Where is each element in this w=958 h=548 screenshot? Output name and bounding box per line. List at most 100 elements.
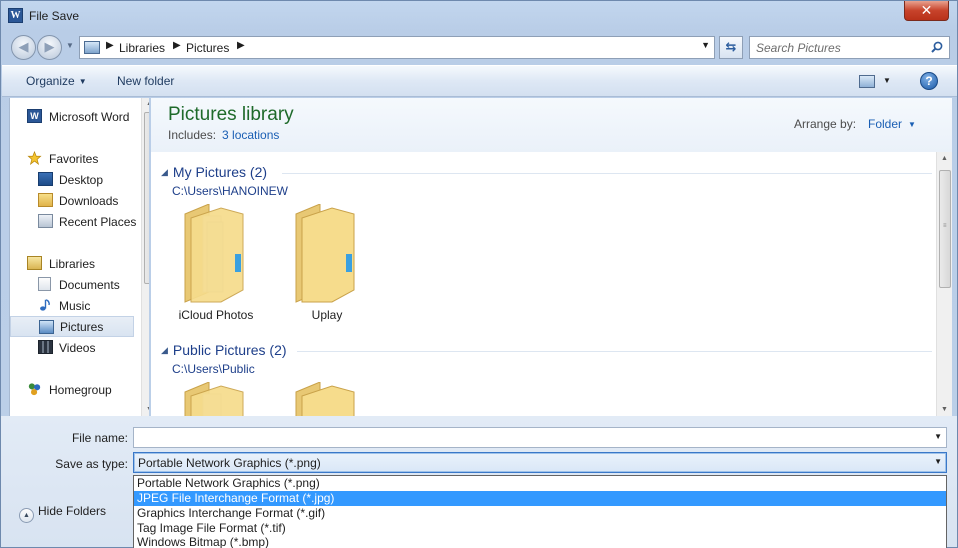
search-box[interactable] (749, 36, 950, 59)
nav-item-favorites[interactable]: Favorites (10, 148, 134, 169)
nav-item-libraries[interactable]: Libraries (10, 253, 134, 274)
breadcrumb-separator-icon[interactable]: ▶ (173, 40, 181, 51)
search-input[interactable] (756, 40, 926, 55)
word-app-icon: W (8, 8, 23, 23)
includes-locations-link[interactable]: 3 locations (222, 128, 279, 142)
refresh-button[interactable]: ⇆ (719, 36, 743, 59)
hide-folders-button[interactable]: ▲ Hide Folders (19, 504, 106, 523)
folder-item[interactable] (173, 382, 259, 416)
save-as-type-select[interactable]: Portable Network Graphics (*.png) ▼ (133, 452, 947, 473)
file-save-dialog: W File Save ✕ ◀ ▶ ▼ ▶ Libraries ▶ Pictur… (0, 0, 958, 548)
folder-with-photos-icon (184, 204, 244, 303)
address-bar[interactable]: ▶ Libraries ▶ Pictures ▶ ▼ (79, 36, 715, 59)
recent-locations-dropdown[interactable]: ▼ (66, 41, 74, 50)
group-path: C:\Users\Public (172, 362, 255, 376)
new-folder-button[interactable]: New folder (117, 74, 174, 88)
nav-item-desktop[interactable]: Desktop (10, 169, 134, 190)
address-history-dropdown[interactable]: ▼ (701, 40, 710, 50)
folder-item-icloud-photos[interactable]: iCloud Photos (173, 204, 259, 324)
nav-item-label: Downloads (59, 194, 119, 208)
title-bar[interactable]: W File Save ✕ (1, 1, 957, 31)
group-divider (282, 173, 932, 174)
collapse-group-icon[interactable]: ◢ (161, 345, 168, 355)
nav-item-homegroup[interactable]: Homegroup (10, 379, 134, 400)
videos-icon (38, 340, 53, 354)
word-icon: W (27, 109, 42, 123)
scrollbar-thumb[interactable] (144, 112, 149, 284)
arrange-by-label: Arrange by: (794, 117, 857, 131)
scroll-down-icon[interactable]: ▼ (146, 406, 149, 413)
nav-item-label: Videos (59, 341, 96, 355)
star-icon (27, 151, 42, 165)
collapse-group-icon[interactable]: ◢ (161, 167, 168, 177)
library-header: Pictures library Includes: 3 locations Ar… (151, 98, 952, 152)
refresh-icon: ⇆ (725, 39, 737, 54)
arrow-left-icon: ◀ (18, 39, 29, 54)
search-icon[interactable] (931, 41, 943, 53)
nav-item-label: Homegroup (49, 383, 112, 397)
libraries-icon (27, 256, 42, 270)
forward-button[interactable]: ▶ (37, 35, 62, 60)
chevron-up-icon: ▲ (19, 508, 34, 523)
view-options-dropdown[interactable]: ▼ (883, 76, 891, 85)
nav-item-pictures[interactable]: Pictures (10, 316, 134, 337)
change-view-icon[interactable] (859, 75, 875, 88)
file-name-label: File name: (71, 431, 128, 445)
scrollbar-thumb[interactable]: ≡ (939, 170, 951, 288)
library-includes: Includes: 3 locations (168, 128, 279, 142)
scroll-up-icon[interactable]: ▲ (941, 155, 948, 162)
folder-item-uplay[interactable]: Uplay (284, 204, 370, 324)
breadcrumb-libraries[interactable]: Libraries (119, 41, 165, 55)
navigation-row: ◀ ▶ ▼ ▶ Libraries ▶ Pictures ▶ ▼ ⇆ (1, 31, 957, 63)
nav-item-label: Desktop (59, 173, 104, 187)
nav-item-label: Microsoft Word (49, 110, 130, 124)
dropdown-option-bmp[interactable]: Windows Bitmap (*.bmp) (134, 535, 946, 548)
back-button[interactable]: ◀ (11, 35, 36, 60)
breadcrumb-separator-icon[interactable]: ▶ (237, 40, 245, 51)
nav-item-recent-places[interactable]: Recent Places (10, 211, 137, 232)
save-as-type-value: Portable Network Graphics (*.png) (138, 456, 321, 470)
folder-icon (295, 204, 355, 303)
nav-item-music[interactable]: Music (10, 295, 134, 316)
window-title: File Save (29, 9, 80, 23)
folder-label: iCloud Photos (178, 308, 254, 322)
group-header-my-pictures[interactable]: ◢ My Pictures (2) (161, 164, 267, 180)
breadcrumb-pictures[interactable]: Pictures (186, 41, 229, 55)
nav-item-label: Documents (59, 278, 120, 292)
scroll-down-icon[interactable]: ▼ (941, 406, 948, 413)
nav-item-documents[interactable]: Documents (10, 274, 134, 295)
dropdown-option-jpg[interactable]: JPEG File Interchange Format (*.jpg) (134, 491, 946, 506)
group-divider (297, 351, 932, 352)
file-list-scrollbar[interactable]: ▲ ≡ ▼ (936, 152, 952, 416)
group-header-public-pictures[interactable]: ◢ Public Pictures (2) (161, 342, 287, 358)
chevron-down-icon[interactable]: ▼ (934, 432, 942, 441)
arrange-by-dropdown[interactable]: Folder ▼ (868, 117, 916, 131)
chevron-down-icon: ▼ (701, 40, 710, 50)
organize-button[interactable]: Organize ▼ (26, 74, 87, 88)
pictures-library-icon (84, 41, 100, 54)
close-button[interactable]: ✕ (904, 1, 949, 21)
file-name-input[interactable] (137, 430, 917, 445)
folder-icon (295, 382, 355, 416)
command-bar: Organize ▼ New folder ▼ ? (2, 65, 957, 97)
chevron-down-icon: ▼ (908, 120, 916, 129)
group-name: My Pictures (2) (172, 164, 268, 180)
dropdown-option-gif[interactable]: Graphics Interchange Format (*.gif) (134, 506, 946, 521)
dropdown-option-tif[interactable]: Tag Image File Format (*.tif) (134, 521, 946, 536)
folder-item[interactable] (284, 382, 370, 416)
dropdown-option-png[interactable]: Portable Network Graphics (*.png) (134, 476, 946, 491)
help-icon[interactable]: ? (920, 72, 938, 90)
homegroup-icon (28, 383, 41, 396)
chevron-down-icon: ▼ (78, 77, 87, 86)
nav-item-videos[interactable]: Videos (10, 337, 134, 358)
nav-pane-scrollbar[interactable]: ▲ ▼ (141, 98, 149, 416)
nav-item-label: Favorites (49, 152, 99, 166)
nav-item-label: Recent Places (59, 215, 137, 229)
file-name-combobox[interactable]: ▼ (133, 427, 947, 448)
scroll-up-icon[interactable]: ▲ (146, 100, 149, 107)
nav-item-downloads[interactable]: Downloads (10, 190, 134, 211)
breadcrumb-separator-icon[interactable]: ▶ (106, 40, 114, 51)
library-title: Pictures library (168, 104, 294, 125)
chevron-down-icon[interactable]: ▼ (934, 457, 942, 466)
nav-item-microsoft-word[interactable]: W Microsoft Word (10, 106, 134, 127)
